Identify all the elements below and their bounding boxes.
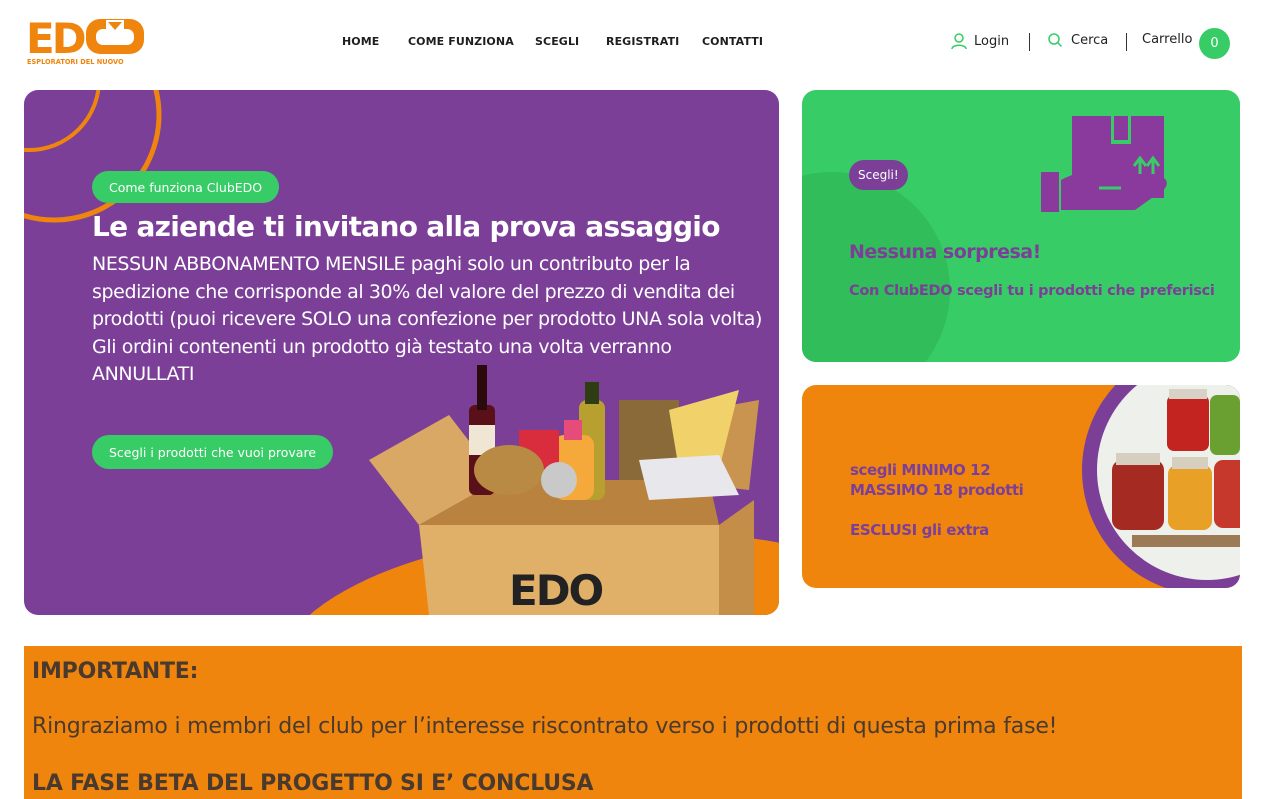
product-box-illustration: EDO <box>369 365 759 615</box>
divider <box>1029 33 1030 51</box>
hero-description: NESSUN ABBONAMENTO MENSILE paghi solo un… <box>92 251 762 389</box>
user-icon <box>951 33 967 50</box>
nav-contatti[interactable]: CONTATTI <box>702 35 763 48</box>
announcement-banner: IMPORTANTE: Ringraziamo i membri del clu… <box>24 646 1242 799</box>
login-link[interactable]: Login <box>950 32 1009 50</box>
hero-description-text: NESSUN ABBONAMENTO MENSILE paghi solo un… <box>92 253 762 330</box>
choose-subtitle: Con ClubEDO scegli tu i prodotti che pre… <box>849 283 1215 299</box>
announcement-heading: IMPORTANTE: <box>32 659 199 684</box>
announcement-footer-heading: LA FASE BETA DEL PROGETTO SI E’ CONCLUSA <box>32 771 594 796</box>
hero-note: Gli ordini contenenti un prodotto già te… <box>92 335 672 386</box>
cart-count-badge[interactable]: 0 <box>1199 28 1230 59</box>
card-choose: Scegli! Nessuna sorpresa! Con ClubEDO sc… <box>802 90 1240 362</box>
nav-home[interactable]: HOME <box>342 35 379 48</box>
edo-logo[interactable]: ED ESPLORATORI DEL NUOVO <box>26 14 148 68</box>
hero-title: Le aziende ti invitano alla prova assagg… <box>92 210 720 243</box>
nav-come-funziona[interactable]: COME FUNZIONA <box>408 35 514 48</box>
min-quantity: scegli MINIMO 12 <box>850 461 991 479</box>
max-quantity: MASSIMO 18 prodotti <box>850 481 1024 499</box>
hero-badge[interactable]: Come funziona ClubEDO <box>92 171 280 203</box>
hand-box-icon <box>1041 116 1167 212</box>
svg-text:ED: ED <box>26 14 85 63</box>
choose-products-button[interactable]: Scegli i prodotti che vuoi provare <box>92 435 334 469</box>
extras-excluded: ESCLUSI gli extra <box>850 521 989 539</box>
nav-scegli[interactable]: SCEGLI <box>535 35 579 48</box>
search-label: Cerca <box>1071 32 1109 48</box>
card-decoration <box>802 172 950 362</box>
site-header: ED ESPLORATORI DEL NUOVO HOME COME FUNZI… <box>0 0 1280 88</box>
divider <box>1126 33 1127 51</box>
box-brand: EDO <box>509 566 603 615</box>
login-label: Login <box>974 33 1010 49</box>
search-icon <box>1048 33 1063 48</box>
logo-tagline: ESPLORATORI DEL NUOVO <box>27 58 124 66</box>
jars-image <box>1082 385 1240 588</box>
hero-banner: EDO Come funziona ClubEDO Le aziende ti … <box>24 90 779 615</box>
card-quantity: scegli MINIMO 12 MASSIMO 18 prodotti ESC… <box>802 385 1240 588</box>
cart-label[interactable]: Carrello <box>1142 32 1192 47</box>
nav-registrati[interactable]: REGISTRATI <box>606 35 679 48</box>
choose-title: Nessuna sorpresa! <box>849 241 1041 263</box>
search-link[interactable]: Cerca <box>1047 32 1108 48</box>
announcement-message: Ringraziamo i membri del club per l’inte… <box>32 714 1058 739</box>
choose-badge[interactable]: Scegli! <box>849 160 908 190</box>
